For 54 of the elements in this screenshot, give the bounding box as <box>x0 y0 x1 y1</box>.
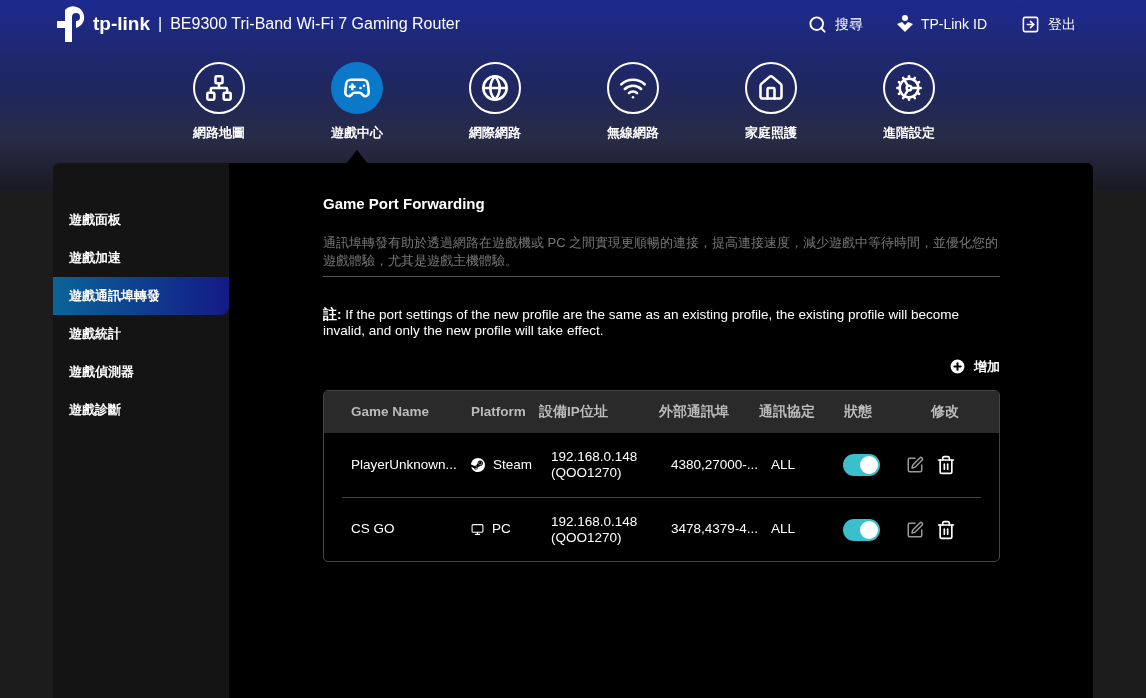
product-title: BE9300 Tri-Band Wi-Fi 7 Gaming Router <box>170 14 461 34</box>
nav-tab[interactable]: 網路地圖 <box>150 62 288 163</box>
table-cell-text: ALL <box>771 455 797 474</box>
table-cell-text: CS GO <box>351 520 396 539</box>
logout-icon <box>1021 14 1040 34</box>
table-cell-text: 4380,27000-... <box>671 455 760 474</box>
gear-icon <box>895 74 923 102</box>
table-cell-text: ALL <box>771 520 797 539</box>
table-cell-text: PC <box>492 520 511 539</box>
toggle-switch[interactable] <box>843 518 880 541</box>
column-header: Platform <box>471 402 527 421</box>
column-header: 通訊協定 <box>759 402 816 421</box>
logo-text: tp-link <box>93 11 150 36</box>
column-header: 狀態 <box>844 402 873 421</box>
sidebar-item[interactable]: 遊戲加速 <box>53 239 229 277</box>
section-title: Game Port Forwarding <box>323 194 486 214</box>
toggle-switch[interactable] <box>843 454 880 476</box>
steam-icon <box>471 458 485 472</box>
sidebar-item[interactable]: 遊戲通訊埠轉發 <box>53 277 229 315</box>
house-icon <box>757 74 785 102</box>
monitor-icon <box>471 523 484 536</box>
person-icon <box>896 15 913 33</box>
sidebar-item[interactable]: 遊戲診斷 <box>53 391 229 429</box>
table-cell-text: 192.168.0.148 (QOO1270) <box>551 513 639 546</box>
nav-tab[interactable]: 網際網路 <box>426 62 564 163</box>
note-text: 註: If the port settings of the new profile are the same as an existing profile, the existing profile will become invalid, and only the new profile will take effect. <box>323 306 961 339</box>
sidebar-item[interactable]: 遊戲面板 <box>53 201 229 239</box>
delete-icon[interactable] <box>936 455 956 475</box>
edit-icon[interactable] <box>906 520 924 539</box>
add-button[interactable]: 增加 <box>948 356 1000 376</box>
search-icon <box>807 14 827 34</box>
nav-tab[interactable]: 家庭照護 <box>702 62 840 163</box>
header-link[interactable]: 登出 <box>1021 13 1076 35</box>
edit-icon[interactable] <box>906 456 924 474</box>
table-cell-text: Steam <box>493 455 533 474</box>
column-header: Game Name <box>351 402 431 421</box>
delete-icon[interactable] <box>936 519 956 540</box>
network-icon <box>205 74 233 102</box>
globe-icon <box>481 74 509 102</box>
column-header: 外部通訊埠 <box>659 402 730 421</box>
column-header: 修改 <box>930 402 960 421</box>
header-link[interactable]: 搜尋 <box>807 13 863 35</box>
sidebar-item[interactable]: 遊戲統計 <box>53 315 229 353</box>
table-cell-text: 3478,4379-4... <box>671 520 760 539</box>
plus-icon <box>948 356 967 376</box>
title-separator: | <box>158 14 163 34</box>
nav-tab[interactable]: 進階設定 <box>840 62 978 163</box>
nav-tab[interactable]: 無線網路 <box>564 62 702 163</box>
header-link[interactable]: TP-Link ID <box>896 13 987 35</box>
section-description: 通訊埠轉發有助於透過網路在遊戲機或 PC 之間實現更順暢的連接，提高連接速度，減少遊戲中等待時間，並優化您的遊戲體驗，尤其是遊戲主機體驗。 <box>323 233 1000 277</box>
table-cell-text: 192.168.0.148 (QOO1270) <box>551 449 639 481</box>
sidebar-item[interactable]: 遊戲偵測器 <box>53 353 229 391</box>
table-cell-text: PlayerUnknown... <box>351 455 458 474</box>
column-header: 設備IP位址 <box>539 402 609 421</box>
